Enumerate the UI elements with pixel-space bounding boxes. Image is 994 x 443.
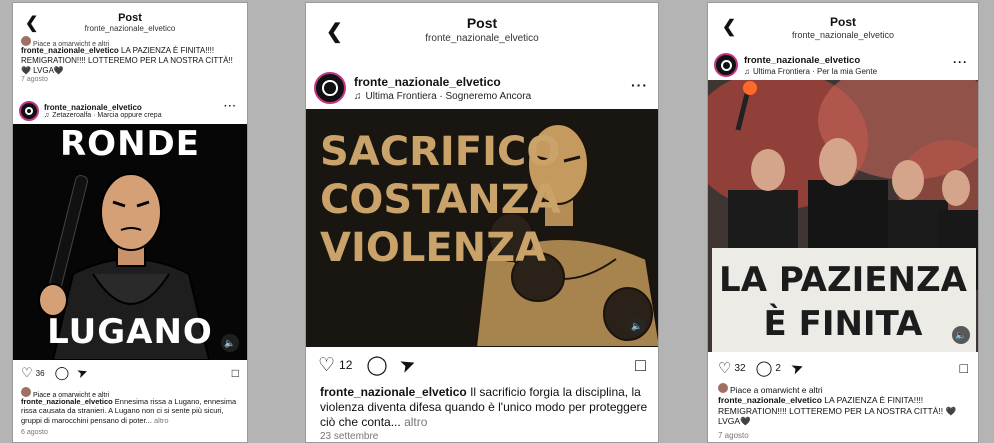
banner-text-line-1: LA PAZIENZA	[719, 260, 967, 300]
post-caption: fronte_nazionale_elvetico Ennesima rissa…	[21, 397, 237, 425]
previous-post-date: 7 agosto	[21, 76, 48, 83]
comment-count: 2	[775, 362, 781, 374]
previous-post-caption: fronte_nazionale_elvetico LA PAZIENZA È …	[21, 46, 233, 75]
post-header: ❮ Post fronte_nazionale_elvetico	[306, 3, 658, 53]
profile-avatar[interactable]	[314, 72, 346, 104]
banner-text-line-2: È FINITA	[763, 304, 923, 344]
post-date: 7 agosto	[718, 431, 749, 440]
image-text-line-1: SACRIFICO	[320, 129, 561, 175]
post-actions: ♡ 12 ◯ ➤ □	[306, 351, 658, 378]
mute-icon[interactable]: 🔈	[628, 317, 646, 335]
share-icon[interactable]: ➤	[788, 357, 807, 378]
post-screen-3: ❮ Post fronte_nazionale_elvetico fronte_…	[707, 2, 979, 443]
username[interactable]: fronte_nazionale_elvetico	[744, 55, 877, 66]
bookmark-icon[interactable]: □	[232, 366, 239, 380]
post-header: ❮ Post fronte_nazionale_elvetico	[708, 3, 978, 45]
mute-icon[interactable]: 🔈	[952, 326, 970, 344]
like-button[interactable]: ♡ 32	[718, 359, 746, 377]
like-button[interactable]: ♡ 36	[21, 365, 45, 381]
share-icon[interactable]: ➤	[75, 364, 91, 383]
liker-avatar	[21, 36, 31, 46]
post-author-row[interactable]: fronte_nazionale_elvetico ♫ Ultima Fronti…	[708, 50, 978, 80]
like-count: 12	[339, 358, 353, 372]
profile-avatar[interactable]	[714, 53, 738, 77]
bookmark-icon[interactable]: □	[960, 360, 968, 376]
post-actions: ♡ 36 ◯ ➤ □	[13, 364, 247, 382]
music-note-icon: ♫	[44, 112, 50, 119]
heart-icon: ♡	[21, 365, 33, 380]
comment-icon: ◯	[755, 360, 773, 377]
post-screen-2: ❮ Post fronte_nazionale_elvetico fronte_…	[305, 2, 659, 443]
like-count: 36	[35, 368, 45, 378]
music-label[interactable]: ♫ Ultima Frontiera · Sogneremo Ancora	[354, 91, 531, 102]
image-bottom-text: LUGANO	[47, 312, 213, 352]
post-header: ❮ Post fronte_nazionale_elvetico	[13, 3, 247, 37]
post-date: 6 agosto	[21, 429, 48, 436]
page-title: Post	[118, 12, 142, 24]
more-options-icon[interactable]: ···	[631, 77, 648, 93]
back-chevron-icon[interactable]: ❮	[25, 13, 38, 33]
post-author-row[interactable]: fronte_nazionale_elvetico ♫ Zetazeroalfa …	[13, 97, 247, 125]
music-note-icon: ♫	[354, 90, 362, 102]
image-top-text: RONDE	[60, 124, 200, 164]
share-icon[interactable]: ➤	[396, 351, 419, 378]
post-caption: fronte_nazionale_elvetico Il sacrificio …	[320, 385, 648, 429]
username[interactable]: fronte_nazionale_elvetico	[354, 75, 531, 89]
post-image[interactable]: SACRIFICO COSTANZA VIOLENZA 🔈	[306, 109, 658, 347]
image-text-line-2: COSTANZA	[320, 177, 561, 223]
post-actions: ♡ 32 ◯ 2 ➤ □	[708, 358, 978, 378]
page-title: Post	[829, 15, 856, 29]
music-label[interactable]: ♫ Zetazeroalfa · Marcia oppure crepa	[44, 112, 162, 119]
heart-icon: ♡	[718, 360, 732, 377]
post-image[interactable]: LA PAZIENZA È FINITA 🔈	[708, 80, 978, 352]
music-label[interactable]: ♫ Ultima Frontiera · Per la mia Gente	[744, 67, 877, 76]
profile-avatar[interactable]	[19, 101, 39, 121]
likes-summary[interactable]: Piace a omarwicht e altri	[718, 383, 823, 396]
back-chevron-icon[interactable]: ❮	[326, 19, 343, 44]
page-title: Post	[466, 15, 498, 31]
more-options-icon[interactable]: ···	[953, 55, 968, 69]
comment-icon[interactable]: ◯	[366, 354, 387, 377]
image-text-line-3: VIOLENZA	[320, 225, 547, 271]
caption-more-link[interactable]: altro	[154, 416, 169, 425]
bookmark-icon[interactable]: □	[635, 355, 646, 376]
like-count: 32	[734, 362, 746, 374]
music-note-icon: ♫	[744, 66, 750, 76]
post-screen-1: ❮ Post fronte_nazionale_elvetico Piace a…	[12, 2, 248, 443]
heart-icon: ♡	[318, 354, 336, 376]
back-chevron-icon[interactable]: ❮	[722, 17, 736, 37]
liker-avatar	[21, 387, 31, 397]
post-author-row[interactable]: fronte_nazionale_elvetico ♫ Ultima Fronti…	[306, 69, 658, 107]
username[interactable]: fronte_nazionale_elvetico	[44, 103, 162, 112]
comment-button[interactable]: ◯ 2	[756, 359, 781, 377]
post-caption: fronte_nazionale_elvetico LA PAZIENZA È …	[718, 395, 957, 427]
page-subtitle: fronte_nazionale_elvetico	[425, 33, 539, 44]
caption-more-link[interactable]: altro	[404, 415, 427, 429]
post-image[interactable]: RONDE LUGANO 🔈	[13, 124, 247, 360]
page-subtitle: fronte_nazionale_elvetico	[791, 30, 895, 40]
more-options-icon[interactable]: ···	[224, 101, 237, 112]
post-date: 23 settembre	[320, 431, 379, 442]
comment-icon[interactable]: ◯	[55, 365, 70, 381]
mute-icon[interactable]: 🔈	[221, 334, 239, 352]
page-subtitle: fronte_nazionale_elvetico	[84, 24, 176, 33]
liker-avatar	[718, 383, 728, 393]
like-button[interactable]: ♡ 12	[318, 354, 352, 377]
